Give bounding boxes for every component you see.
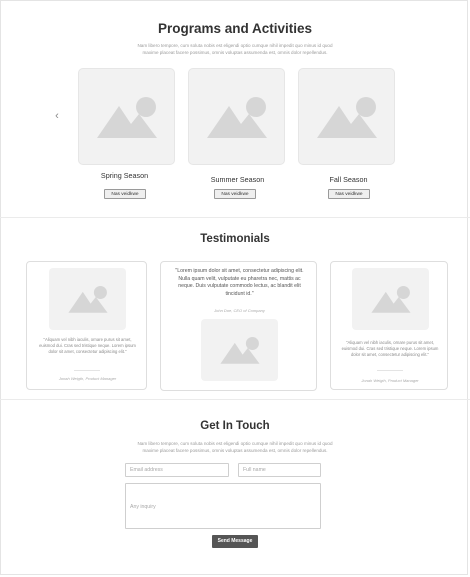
testimonial-author-right: Jonah Weigth, Product Manager <box>361 378 419 383</box>
image-placeholder-icon <box>68 285 108 313</box>
testimonial-card-left: "Aliquam vel nibh iaculis, ornare purus … <box>26 261 147 390</box>
image-placeholder-icon <box>317 97 377 138</box>
testimonial-quote-left: "Aliquam vel nibh iaculis, ornare purus … <box>39 337 136 354</box>
program-label-summer: Summer Season <box>210 175 265 184</box>
program-card-spring-image[interactable] <box>78 68 175 165</box>
image-placeholder-icon <box>220 336 260 364</box>
carousel-prev-arrow-icon[interactable]: ‹ <box>52 110 62 122</box>
contact-title: Get In Touch <box>200 420 270 432</box>
section-divider <box>0 217 470 218</box>
program-label-spring: Spring Season <box>100 171 149 180</box>
email-field[interactable]: Email address <box>125 463 229 477</box>
inquiry-textarea[interactable]: Any inquiry <box>125 483 321 529</box>
testimonial-divider <box>74 370 100 371</box>
program-label-fall: Fall Season <box>329 175 368 184</box>
image-placeholder-icon <box>371 285 411 313</box>
testimonial-divider <box>377 370 403 371</box>
image-placeholder-icon <box>207 97 267 138</box>
testimonial-quote-center: "Lorem ipsum dolor sit amet, consectetur… <box>175 268 304 297</box>
program-card-fall-image[interactable] <box>298 68 395 165</box>
image-placeholder-icon <box>97 97 157 138</box>
section-divider <box>0 399 470 400</box>
testimonials-title: Testimonials <box>200 233 270 245</box>
program-spring-button[interactable]: Nas veidkwe <box>104 189 146 199</box>
testimonial-image-right <box>352 268 429 330</box>
programs-subtitle: Nam libero tempore, cum soluta nobis est… <box>137 43 333 55</box>
testimonial-card-center: "Lorem ipsum dolor sit amet, consectetur… <box>160 261 317 391</box>
testimonial-card-right: "Aliquam vel nibh iaculis, ornare purus … <box>330 261 448 390</box>
contact-subtitle: Nam libero tempore, cum soluta nobis est… <box>137 441 333 453</box>
full-name-field[interactable]: Full name <box>238 463 321 477</box>
send-message-button[interactable]: Send Message <box>212 535 258 548</box>
programs-title: Programs and Activities <box>157 21 313 36</box>
testimonial-quote-right: "Aliquam vel nibh iaculis, ornare purus … <box>341 340 439 357</box>
program-summer-button[interactable]: Nas veidkwe <box>214 189 256 199</box>
program-card-summer-image[interactable] <box>188 68 285 165</box>
testimonial-author-left: Jonah Weigth, Product Manager <box>58 376 117 381</box>
testimonial-image-left <box>49 268 126 330</box>
program-fall-button[interactable]: Nas veidkwe <box>328 189 370 199</box>
testimonial-author-center: John Doe, CEO of Company <box>214 308 265 313</box>
testimonial-image-center <box>201 319 278 381</box>
